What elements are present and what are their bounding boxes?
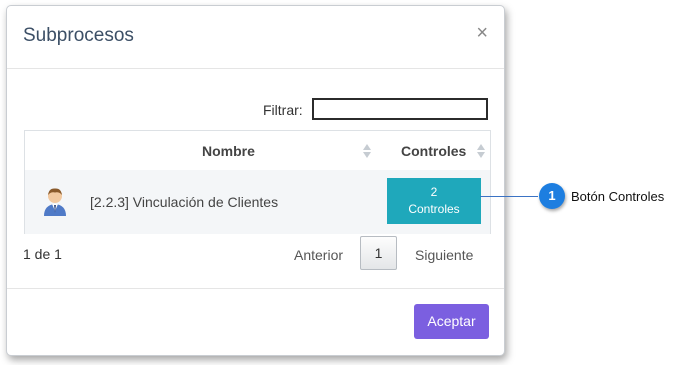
callout-number-badge: 1 xyxy=(539,183,565,209)
accept-button[interactable]: Aceptar xyxy=(414,304,489,339)
filter-input[interactable] xyxy=(312,98,488,120)
subproceso-name: [2.2.3] Vinculación de Clientes xyxy=(90,194,279,210)
column-header-controles[interactable]: Controles xyxy=(401,143,466,159)
pagination-page-1[interactable]: 1 xyxy=(360,236,397,270)
callout-connector xyxy=(480,196,538,197)
sort-icon[interactable] xyxy=(477,143,485,159)
pagination-next[interactable]: Siguiente xyxy=(415,247,473,263)
pagination-previous[interactable]: Anterior xyxy=(294,247,343,263)
controles-button[interactable]: 2 Controles xyxy=(387,178,481,224)
modal-footer xyxy=(7,288,504,289)
controles-count: 2 xyxy=(430,185,438,199)
sort-icon[interactable] xyxy=(363,143,371,159)
modal-title: Subprocesos xyxy=(23,25,134,46)
filter-label: Filtrar: xyxy=(263,102,303,118)
callout-label: Botón Controles xyxy=(571,189,665,204)
pagination-info: 1 de 1 xyxy=(23,246,62,262)
column-header-nombre[interactable]: Nombre xyxy=(202,143,255,159)
user-avatar-icon xyxy=(41,186,69,216)
table-header: Nombre Controles xyxy=(25,131,490,171)
subprocesos-modal: Subprocesos × Filtrar: Nombre Controles … xyxy=(6,5,505,356)
controles-label: Controles xyxy=(408,202,460,216)
subprocesos-table: Nombre Controles [2.2.3] Vinculación de … xyxy=(24,130,491,234)
modal-header: Subprocesos × xyxy=(7,6,504,69)
close-icon[interactable]: × xyxy=(476,23,488,43)
table-row: [2.2.3] Vinculación de Clientes 2 Contro… xyxy=(25,170,490,234)
